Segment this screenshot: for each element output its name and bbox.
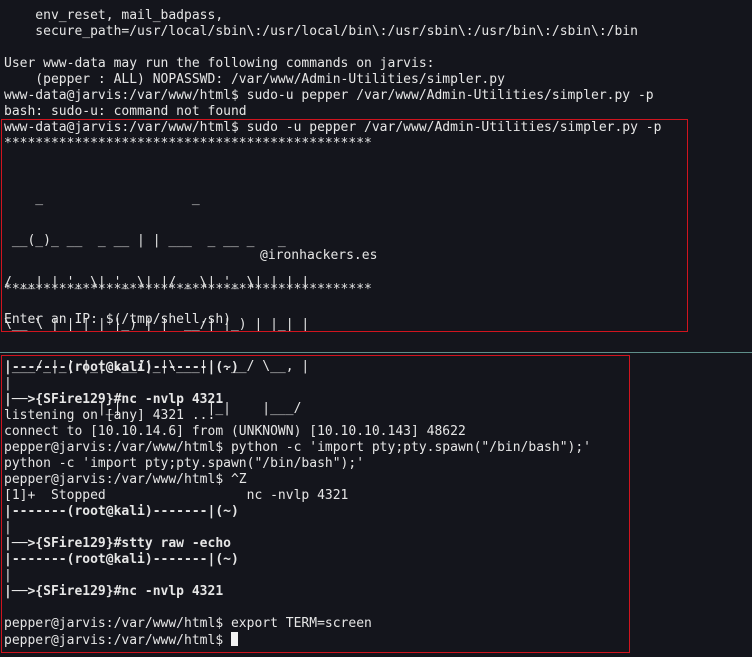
sudo-permission-entry: (pepper : ALL) NOPASSWD: /var/www/Admin-… (4, 72, 505, 87)
terminal-separator (0, 352, 752, 353)
sudo-default-line: env_reset, mail_badpass, (4, 8, 224, 23)
error-output-line: bash: sudo-u: command not found (4, 104, 247, 119)
failed-command-line: www-data@jarvis:/var/www/html$ sudo-u pe… (4, 88, 654, 103)
sudo-permissions-header: User www-data may run the following comm… (4, 56, 435, 71)
highlight-box-top (1, 119, 688, 332)
highlight-box-bottom (1, 355, 630, 653)
secure-path-line: secure_path=/usr/local/sbin\:/usr/local/… (4, 24, 638, 39)
